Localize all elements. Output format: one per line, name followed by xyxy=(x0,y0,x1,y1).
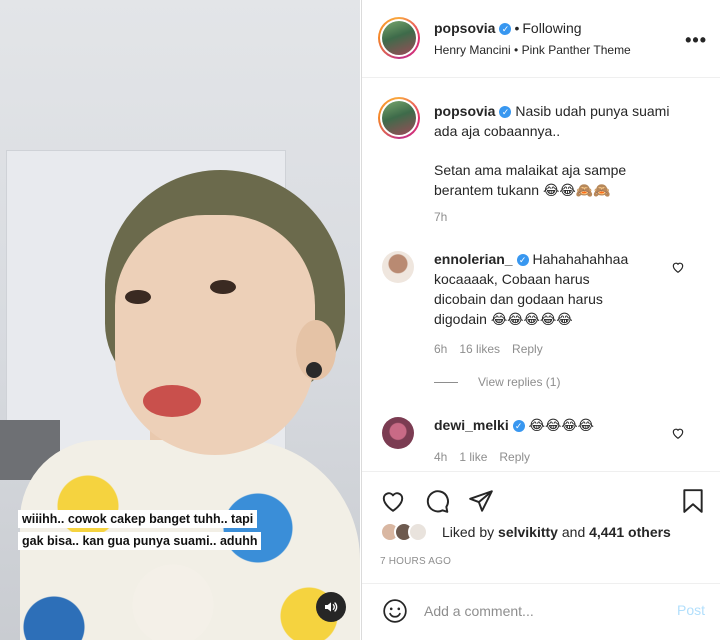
mute-toggle-button[interactable] xyxy=(316,592,346,622)
post-actions: Liked by selvikitty and 4,441 others 7 H… xyxy=(362,471,720,591)
comment-like-heart-icon[interactable] xyxy=(671,426,685,440)
commenter-username[interactable]: dewi_melki xyxy=(434,417,509,433)
post-header: popsovia ✓ • Following Henry Mancini • Pink… xyxy=(362,0,720,78)
comment-time[interactable]: 4h xyxy=(434,450,447,464)
video-person-mouth xyxy=(143,385,201,417)
video-person-eye xyxy=(125,290,151,304)
verified-badge-icon: ✓ xyxy=(512,420,525,432)
audio-track[interactable]: Henry Mancini • Pink Panther Theme xyxy=(434,43,631,57)
author-avatar[interactable] xyxy=(378,17,420,59)
comment-line: kocaaaak, Cobaan harus xyxy=(434,271,590,287)
comment-item: ennolerian_ ✓ Hahahahahhaa kocaaaak, Coba… xyxy=(434,249,674,329)
comment-line: 😂😂😂😂 xyxy=(528,417,595,433)
caption-author-avatar[interactable] xyxy=(378,97,420,139)
replies-divider xyxy=(434,382,458,383)
comment-line: Hahahahahhaa xyxy=(532,251,629,267)
comment-meta: 4h 1 like Reply xyxy=(434,450,530,464)
commenter-avatar[interactable] xyxy=(382,417,414,449)
comment-likes[interactable]: 16 likes xyxy=(459,342,500,356)
separator-dot: • xyxy=(514,20,520,36)
likes-prefix: Liked by xyxy=(442,524,495,540)
post-video[interactable]: wiiihh.. cowok cakep banget tuhh.. tapi … xyxy=(0,0,360,640)
commenter-avatar[interactable] xyxy=(382,251,414,283)
heart-icon[interactable] xyxy=(380,488,406,514)
post-comment-button[interactable]: Post xyxy=(677,602,705,618)
view-replies-button[interactable]: View replies (1) xyxy=(478,375,560,389)
comment-reply-button[interactable]: Reply xyxy=(512,342,543,356)
verified-badge-icon: ✓ xyxy=(499,23,512,35)
video-overlay-line1: wiiihh.. cowok cakep banget tuhh.. tapi xyxy=(18,510,258,528)
liker-avatars[interactable] xyxy=(380,522,440,544)
likes-others-button[interactable]: 4,441 others xyxy=(589,524,671,540)
comment-time[interactable]: 6h xyxy=(434,342,447,356)
comment-item: dewi_melki ✓ 😂😂😂😂 xyxy=(434,415,674,435)
author-username[interactable]: popsovia xyxy=(434,20,495,36)
caption-line: ada aja cobaannya.. xyxy=(434,123,561,139)
commenter-username[interactable]: ennolerian_ xyxy=(434,251,513,267)
comment-icon[interactable] xyxy=(424,488,450,514)
caption-line: berantem tukann 😂😂🙈🙈 xyxy=(434,182,611,198)
emoji-icon[interactable] xyxy=(382,598,408,624)
add-comment-bar: Post xyxy=(362,583,720,640)
comment-line: dicobain dan godaan harus xyxy=(434,291,603,307)
comments-list[interactable]: popsovia ✓ Nasib udah punya suami ada aja… xyxy=(362,79,720,471)
post-timestamp[interactable]: 7 HOURS AGO xyxy=(380,556,451,567)
bookmark-icon[interactable] xyxy=(680,488,706,514)
comment-meta: 6h 16 likes Reply xyxy=(434,342,543,356)
following-button[interactable]: Following xyxy=(522,20,581,36)
likes-summary: Liked by selvikitty and 4,441 others xyxy=(442,524,671,540)
caption-author-username[interactable]: popsovia xyxy=(434,103,495,119)
speaker-icon xyxy=(325,602,338,612)
likes-connector: and xyxy=(561,524,586,540)
share-icon[interactable] xyxy=(468,488,494,514)
comment-like-heart-icon[interactable] xyxy=(671,260,685,274)
verified-badge-icon: ✓ xyxy=(499,106,512,118)
caption-timestamp[interactable]: 7h xyxy=(434,210,447,224)
video-overlay-line2: gak bisa.. kan gua punya suami.. aduhh xyxy=(18,532,262,550)
video-text-overlay: wiiihh.. cowok cakep banget tuhh.. tapi … xyxy=(18,508,282,552)
comment-input[interactable] xyxy=(424,600,654,622)
post-side-panel: popsovia ✓ • Following Henry Mancini • Pink… xyxy=(361,0,720,640)
comment-line: digodain 😂😂😂😂😂 xyxy=(434,311,573,327)
comment-likes[interactable]: 1 like xyxy=(459,450,487,464)
video-person-eye xyxy=(210,280,236,294)
comment-reply-button[interactable]: Reply xyxy=(499,450,530,464)
video-person-face xyxy=(115,215,315,455)
verified-badge-icon: ✓ xyxy=(516,254,529,266)
post-caption: popsovia ✓ Nasib udah punya suami ada aja… xyxy=(434,101,704,200)
video-person-earplug xyxy=(306,362,322,378)
liker-username[interactable]: selvikitty xyxy=(498,524,558,540)
caption-line: Setan ama malaikat aja sampe xyxy=(434,162,627,178)
more-options-icon[interactable]: ••• xyxy=(685,30,707,51)
caption-line: Nasib udah punya suami xyxy=(515,103,670,119)
